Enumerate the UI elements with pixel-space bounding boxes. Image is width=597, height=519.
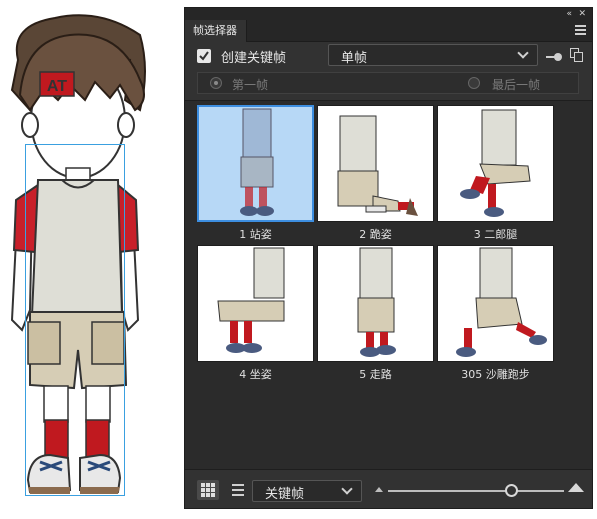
panel-footer: 关键帧 [185, 471, 592, 509]
grid-view-icon[interactable] [197, 480, 219, 500]
list-view-icon[interactable] [227, 480, 249, 500]
frame-label: 3 二郎腿 [473, 228, 518, 241]
frame-label: 1 站姿 [239, 228, 272, 241]
pose-crossed-legs-image [460, 109, 531, 217]
frame-label: 2 跪姿 [359, 228, 392, 241]
canvas-character[interactable]: AT [0, 0, 180, 515]
pose-standing-image [240, 108, 274, 216]
first-frame-radio[interactable] [210, 77, 222, 89]
pose-running-image [456, 247, 547, 357]
frame-thumbnail[interactable] [197, 105, 314, 222]
last-frame-label: 最后一帧 [492, 78, 541, 92]
chevron-down-icon [341, 483, 353, 495]
frame-thumbnail[interactable] [437, 245, 554, 362]
frame-range-row: 第一帧 最后一帧 [197, 72, 579, 94]
copy-icon[interactable] [570, 48, 584, 62]
tab-frame-picker[interactable]: 帧选择器 [185, 20, 247, 42]
pose-walking-image [357, 247, 396, 357]
close-panel-button[interactable]: ✕ [578, 8, 586, 20]
frame-grid: 1 站姿 2 跪姿 3 二郎腿 4 坐姿 5 走路 305 沙雕跑步 [185, 100, 592, 470]
frame-label: 5 走路 [359, 368, 392, 381]
zoom-small-icon[interactable] [375, 487, 383, 492]
panel-tabbar: 帧选择器 [185, 20, 592, 42]
options-row: 创建关键帧 单帧 [185, 42, 592, 72]
menu-icon[interactable] [575, 25, 586, 35]
checkbox-check-icon [199, 51, 209, 61]
mode-select[interactable]: 单帧 [328, 44, 538, 66]
filter-select[interactable]: 关键帧 [252, 480, 362, 502]
create-keyframe-label: 创建关键帧 [221, 51, 287, 66]
collapse-panel-button[interactable]: « [566, 8, 572, 20]
create-keyframe-checkbox[interactable] [197, 49, 211, 63]
last-frame-radio[interactable] [468, 77, 480, 89]
frame-picker-panel: « ✕ 帧选择器 创建关键帧 单帧 第一帧 最后一帧 1 站姿 2 跪姿 3 二… [184, 7, 593, 509]
first-frame-label: 第一帧 [232, 78, 269, 92]
stage: AT « ✕ 帧选择器 创建关键帧 单帧 第一帧 最后一帧 1 站姿 2 跪姿 … [0, 0, 597, 515]
frame-thumbnail[interactable] [197, 245, 314, 362]
pose-kneeling-image [337, 115, 418, 216]
frame-thumbnail[interactable] [317, 105, 434, 222]
headband-text: AT [47, 78, 67, 95]
frame-label: 305 沙雕跑步 [461, 368, 530, 381]
frame-label: 4 坐姿 [239, 368, 272, 381]
zoom-large-icon[interactable] [568, 483, 584, 492]
thumbnail-size-slider[interactable] [388, 490, 564, 492]
thumbnail-size-slider-thumb[interactable] [505, 484, 518, 497]
panel-title-strip: « ✕ [185, 8, 592, 20]
toggle-icon[interactable] [546, 53, 562, 61]
pose-sitting-image [217, 247, 285, 353]
frame-thumbnail[interactable] [317, 245, 434, 362]
selection-bounding-box[interactable] [25, 144, 125, 496]
chevron-down-icon [517, 47, 529, 59]
frame-thumbnail[interactable] [437, 105, 554, 222]
filter-select-value: 关键帧 [265, 487, 305, 502]
mode-select-value: 单帧 [341, 51, 368, 66]
